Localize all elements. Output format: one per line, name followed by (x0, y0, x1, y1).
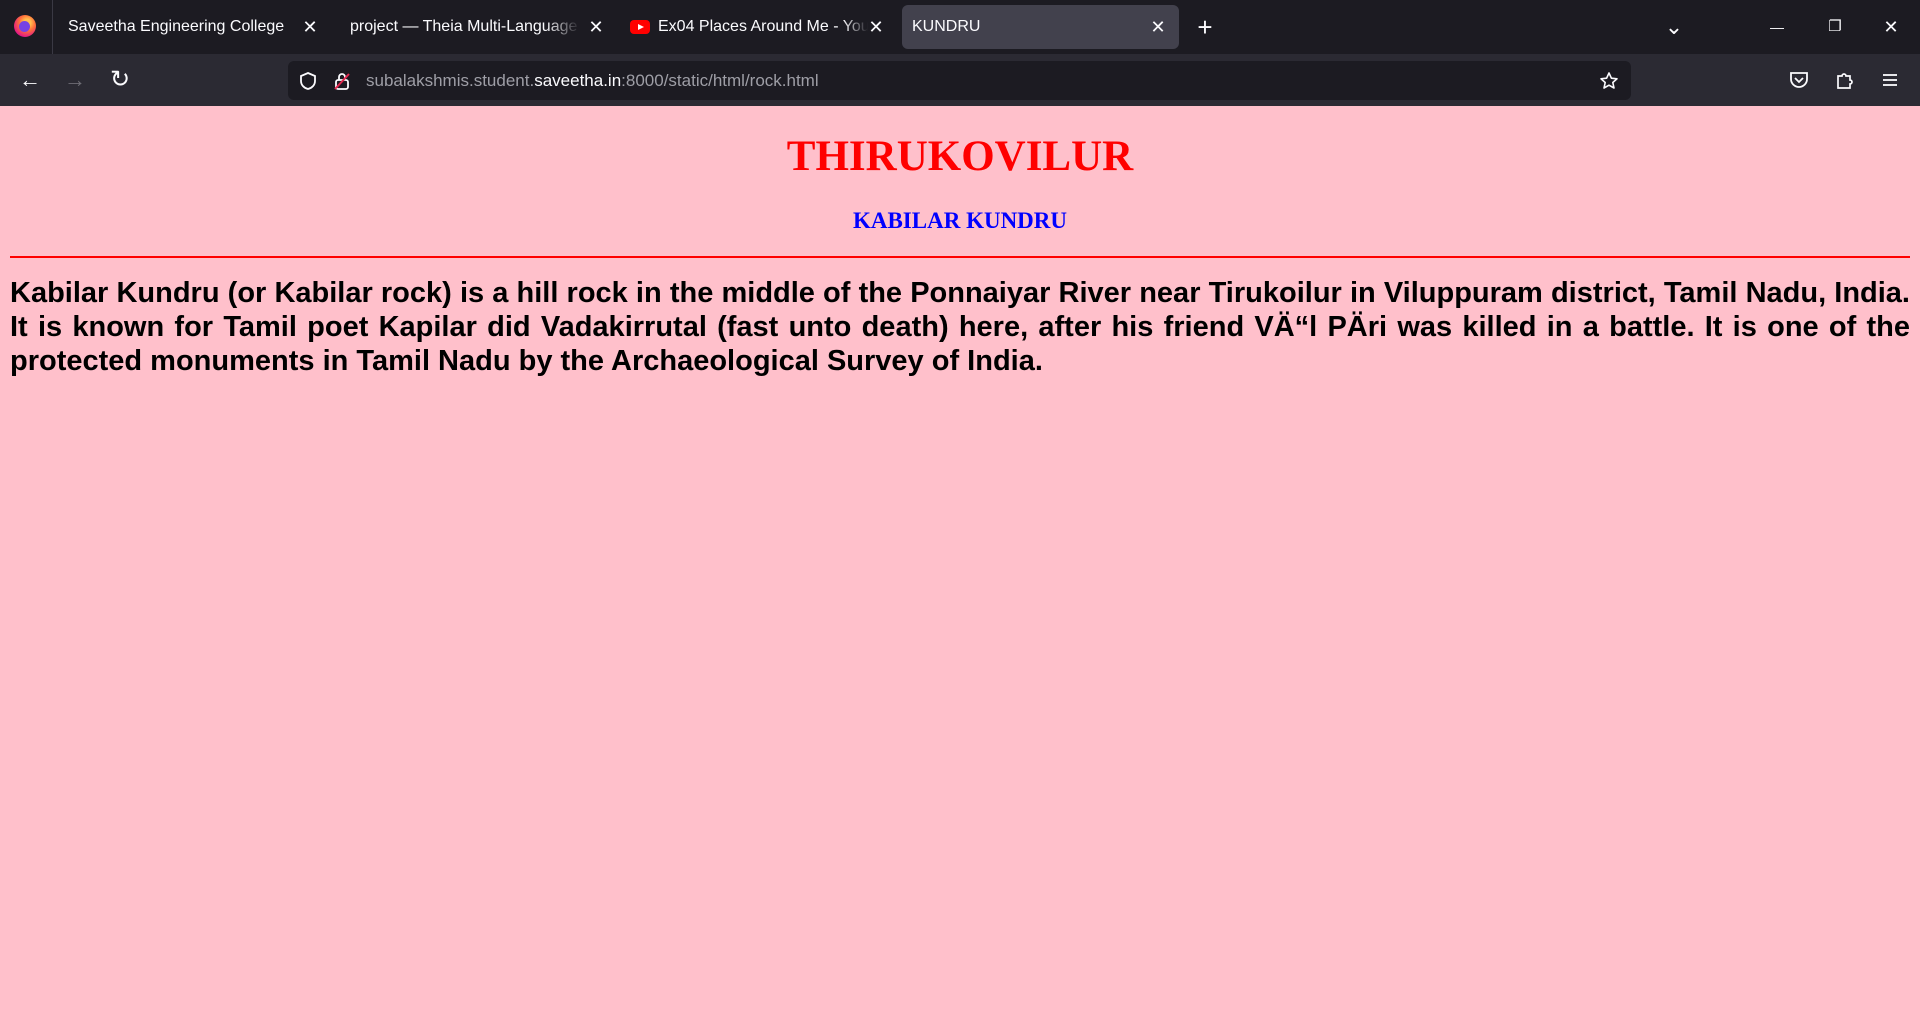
new-tab-button[interactable]: + (1192, 14, 1218, 40)
pocket-icon[interactable] (1785, 66, 1813, 94)
tab-close-icon[interactable]: ✕ (1149, 18, 1167, 36)
tab-close-icon[interactable]: ✕ (867, 18, 885, 36)
insecure-lock-icon[interactable] (332, 71, 352, 91)
list-all-tabs-button[interactable]: ⌄ (1660, 13, 1688, 41)
tab-title: KUNDRU (912, 18, 981, 35)
tab-youtube[interactable]: Ex04 Places Around Me - YouTu ✕ (620, 5, 890, 49)
restore-button[interactable]: ❐ (1821, 13, 1849, 41)
menu-icon[interactable] (1876, 66, 1904, 94)
url-bar[interactable]: subalakshmis.student.saveetha.in:8000/st… (288, 61, 1631, 100)
window-close-button[interactable]: ✕ (1877, 13, 1905, 41)
tab-close-icon[interactable]: ✕ (587, 18, 605, 36)
tab-title: project — Theia Multi-Language Ex (350, 18, 580, 35)
navigation-bar: ← → ↻ subalakshmis.student.saveetha.in:8… (0, 54, 1920, 106)
forward-button[interactable]: → (61, 66, 89, 94)
page-subtitle: KABILAR KUNDRU (852, 208, 1068, 233)
url-path: :8000/static/html/rock.html (621, 71, 819, 90)
url-subdomain: subalakshmis.student. (366, 71, 535, 90)
extensions-icon[interactable] (1831, 66, 1859, 94)
shield-icon[interactable] (298, 71, 318, 91)
tab-kundru[interactable]: KUNDRU ✕ (902, 5, 1179, 49)
tab-strip: Saveetha Engineering College ✕ project —… (0, 0, 1920, 54)
youtube-icon (630, 20, 650, 34)
firefox-logo-icon[interactable] (14, 15, 36, 37)
star-icon[interactable] (1599, 71, 1619, 91)
tab-project-theia[interactable]: project — Theia Multi-Language Ex ✕ (340, 5, 610, 49)
url-text[interactable]: subalakshmis.student.saveetha.in:8000/st… (366, 61, 819, 100)
tab-saveetha[interactable]: Saveetha Engineering College ✕ (58, 5, 328, 49)
page-title: THIRUKOVILUR (786, 133, 1134, 180)
tab-title: Saveetha Engineering College (68, 18, 285, 35)
tab-separator (52, 0, 53, 54)
reload-button[interactable]: ↻ (106, 66, 134, 94)
horizontal-rule (10, 256, 1910, 258)
page-body-text: Kabilar Kundru (or Kabilar rock) is a hi… (10, 277, 1910, 377)
minimize-button[interactable]: — (1763, 13, 1791, 41)
back-button[interactable]: ← (16, 66, 44, 94)
tab-close-icon[interactable]: ✕ (301, 18, 319, 36)
tab-title: Ex04 Places Around Me - YouTu (658, 18, 868, 35)
web-page: THIRUKOVILUR KABILAR KUNDRU Kabilar Kund… (0, 106, 1920, 1017)
url-domain: saveetha.in (534, 71, 622, 90)
